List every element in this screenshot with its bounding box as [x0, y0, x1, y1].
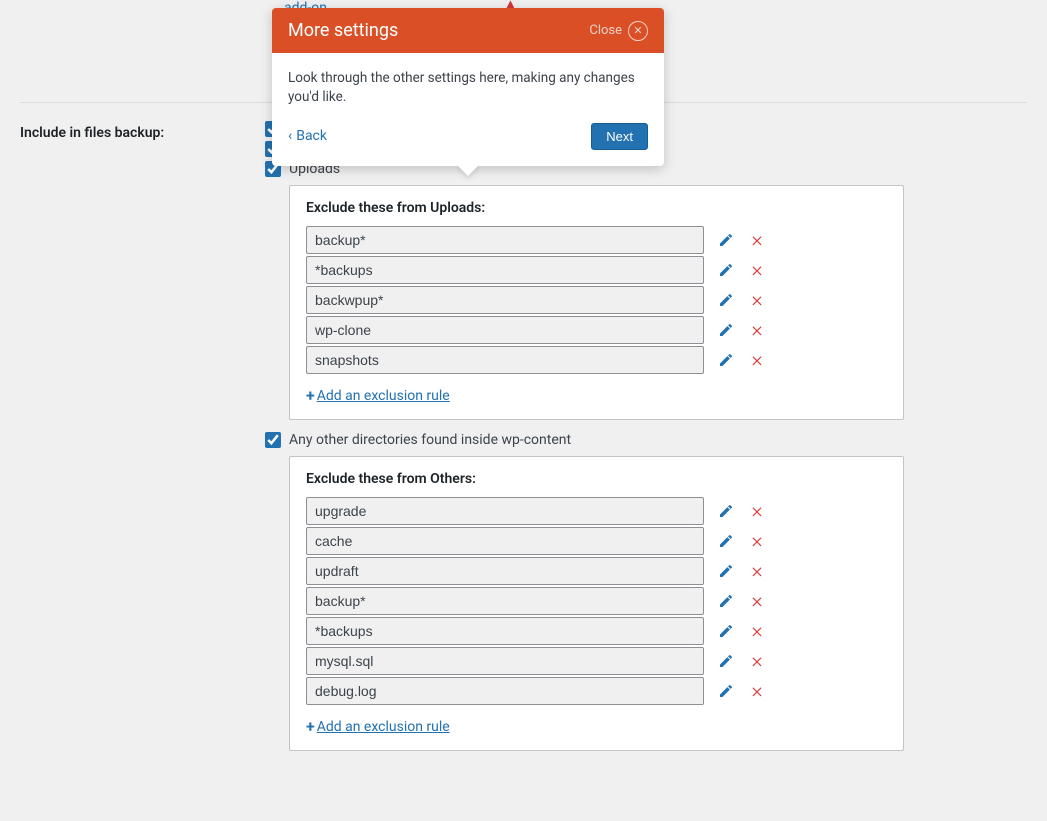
edit-icon[interactable]	[716, 290, 736, 310]
exclude-row	[306, 286, 887, 314]
modal-next-button[interactable]: Next	[591, 123, 648, 150]
add-uploads-exclusion-link[interactable]: + Add an exclusion rule	[306, 386, 450, 405]
edit-icon[interactable]	[716, 320, 736, 340]
exclude-row	[306, 557, 887, 585]
modal-close-button[interactable]: Close ✕	[589, 21, 648, 41]
uploads-exclude-input[interactable]	[306, 226, 704, 254]
add-others-exclusion-link[interactable]: + Add an exclusion rule	[306, 717, 450, 736]
include-files-label: Include in files backup:	[20, 121, 265, 141]
exclude-row	[306, 346, 887, 374]
modal-body-text: Look through the other settings here, ma…	[272, 53, 664, 123]
exclude-row	[306, 497, 887, 525]
edit-icon[interactable]	[716, 651, 736, 671]
others-exclude-input[interactable]	[306, 587, 704, 615]
edit-icon[interactable]	[716, 531, 736, 551]
modal-back-button[interactable]: ‹ Back	[288, 128, 327, 144]
edit-icon[interactable]	[716, 230, 736, 250]
edit-icon[interactable]	[716, 260, 736, 280]
more-settings-modal: More settings Close ✕ Look through the o…	[272, 8, 664, 166]
delete-icon[interactable]	[748, 502, 766, 520]
uploads-exclude-input[interactable]	[306, 346, 704, 374]
plus-icon: +	[306, 386, 315, 405]
exclude-row	[306, 226, 887, 254]
others-exclude-title: Exclude these from Others:	[306, 471, 887, 487]
edit-icon[interactable]	[716, 501, 736, 521]
others-exclude-input[interactable]	[306, 617, 704, 645]
uploads-exclude-input[interactable]	[306, 316, 704, 344]
delete-icon[interactable]	[748, 321, 766, 339]
delete-icon[interactable]	[748, 231, 766, 249]
delete-icon[interactable]	[748, 562, 766, 580]
plus-icon: +	[306, 717, 315, 736]
delete-icon[interactable]	[748, 592, 766, 610]
delete-icon[interactable]	[748, 622, 766, 640]
exclude-row	[306, 647, 887, 675]
others-exclude-input[interactable]	[306, 677, 704, 705]
delete-icon[interactable]	[748, 261, 766, 279]
modal-pointer	[456, 164, 480, 176]
uploads-exclude-input[interactable]	[306, 256, 704, 284]
others-exclude-input[interactable]	[306, 527, 704, 555]
exclude-row	[306, 527, 887, 555]
edit-icon[interactable]	[716, 681, 736, 701]
exclude-row	[306, 617, 887, 645]
others-exclude-input[interactable]	[306, 497, 704, 525]
exclude-row	[306, 316, 887, 344]
edit-icon[interactable]	[716, 561, 736, 581]
edit-icon[interactable]	[716, 350, 736, 370]
edit-icon[interactable]	[716, 591, 736, 611]
delete-icon[interactable]	[748, 532, 766, 550]
modal-title: More settings	[288, 20, 398, 41]
others-checkbox[interactable]	[265, 432, 281, 448]
exclude-row	[306, 677, 887, 705]
exclude-row	[306, 256, 887, 284]
chevron-left-icon: ‹	[288, 128, 292, 144]
edit-icon[interactable]	[716, 621, 736, 641]
others-label: Any other directories found inside wp-co…	[289, 432, 571, 448]
uploads-exclude-title: Exclude these from Uploads:	[306, 200, 887, 216]
delete-icon[interactable]	[748, 291, 766, 309]
delete-icon[interactable]	[748, 682, 766, 700]
others-exclude-input[interactable]	[306, 557, 704, 585]
delete-icon[interactable]	[748, 351, 766, 369]
uploads-exclude-input[interactable]	[306, 286, 704, 314]
others-exclude-input[interactable]	[306, 647, 704, 675]
exclude-row	[306, 587, 887, 615]
close-icon: ✕	[628, 21, 648, 41]
delete-icon[interactable]	[748, 652, 766, 670]
uploads-exclude-panel: Exclude these from Uploads: + Add an exc…	[289, 185, 904, 420]
others-exclude-panel: Exclude these from Others: + Add an excl…	[289, 456, 904, 751]
